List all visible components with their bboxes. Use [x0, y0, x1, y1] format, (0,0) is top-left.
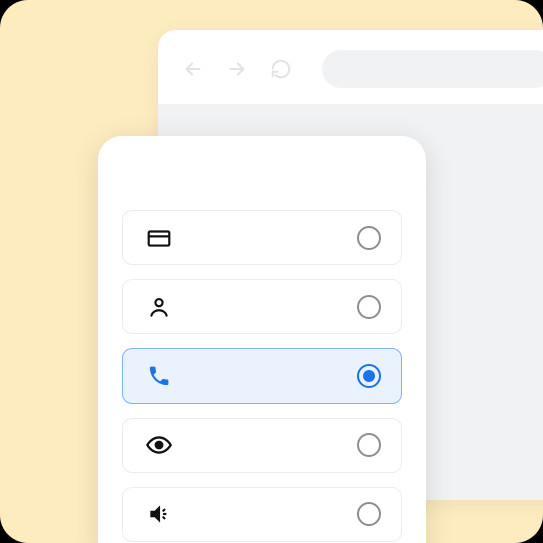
canvas: [0, 0, 543, 543]
credit-card-icon: [145, 224, 173, 252]
radio-checked[interactable]: [357, 364, 381, 388]
browser-toolbar: [158, 30, 543, 104]
radio-unchecked[interactable]: [357, 226, 381, 250]
person-icon: [145, 293, 173, 321]
reload-icon[interactable]: [270, 58, 292, 80]
option-volume[interactable]: [122, 487, 402, 542]
volume-icon: [145, 500, 173, 528]
option-phone[interactable]: [122, 348, 402, 403]
radio-unchecked[interactable]: [357, 433, 381, 457]
option-credit-card[interactable]: [122, 210, 402, 265]
radio-unchecked[interactable]: [357, 502, 381, 526]
phone-icon: [145, 362, 173, 390]
option-person[interactable]: [122, 279, 402, 334]
option-eye[interactable]: [122, 418, 402, 473]
radio-unchecked[interactable]: [357, 295, 381, 319]
forward-icon[interactable]: [226, 58, 248, 80]
eye-icon: [145, 431, 173, 459]
address-bar[interactable]: [322, 50, 543, 88]
options-panel: [98, 136, 426, 543]
back-icon[interactable]: [182, 58, 204, 80]
